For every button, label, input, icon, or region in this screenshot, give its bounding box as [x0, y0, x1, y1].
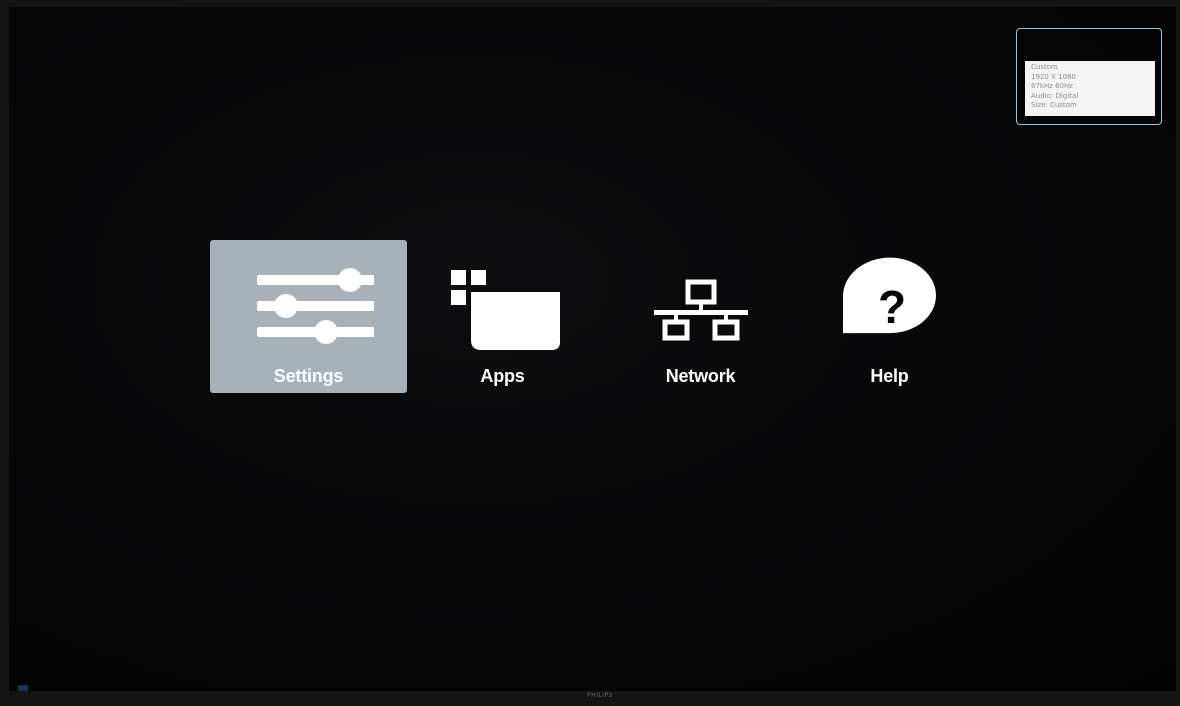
menu-item-label: Settings	[273, 366, 344, 386]
brand-logo: PHILIPS	[587, 692, 613, 699]
menu-item-label: Network	[665, 366, 736, 386]
apps-icon	[404, 250, 601, 350]
main-menu: Settings Apps Network ? Help	[9, 7, 1176, 691]
monitor-bezel: Custom 1920 X 1080 67kHz 60Hz Audio: Dig…	[0, 0, 1180, 706]
screen: Custom 1920 X 1080 67kHz 60Hz Audio: Dig…	[9, 7, 1176, 691]
svg-text:?: ?	[877, 281, 905, 333]
status-indicator	[18, 685, 28, 691]
menu-item-apps[interactable]: Apps	[404, 240, 601, 393]
menu-item-network[interactable]: Network	[602, 240, 799, 393]
network-icon	[602, 250, 799, 350]
help-icon: ?	[791, 250, 988, 350]
sliders-icon	[210, 250, 407, 350]
menu-item-label: Help	[870, 366, 909, 386]
menu-item-label: Apps	[480, 366, 525, 386]
menu-item-settings[interactable]: Settings	[210, 240, 407, 393]
menu-item-help[interactable]: ? Help	[791, 240, 988, 393]
